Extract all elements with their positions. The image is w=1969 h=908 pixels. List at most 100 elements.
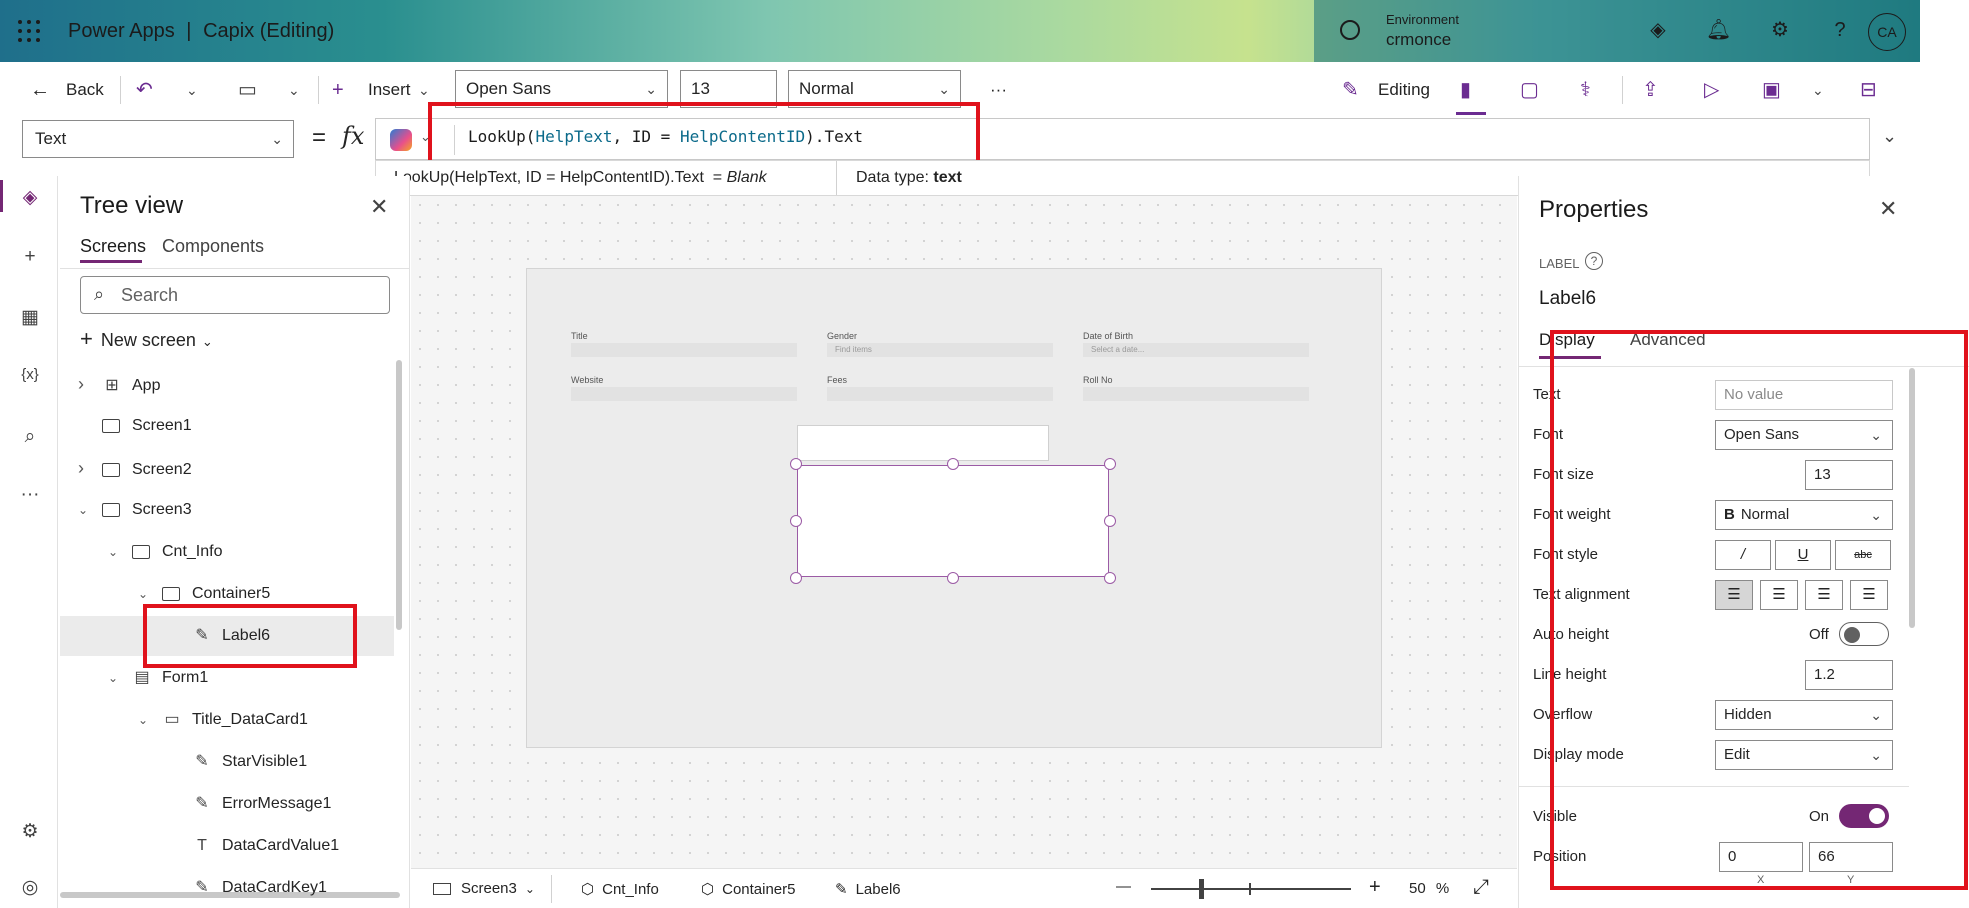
tree-node[interactable]: ⌄ Cnt_Info (60, 532, 394, 572)
more-options-button[interactable]: ··· (990, 76, 1007, 104)
back-button[interactable]: Back (66, 76, 104, 104)
preview-play-icon[interactable]: ▷ (1704, 76, 1719, 104)
tree-node[interactable]: T DataCardValue1 (60, 826, 394, 866)
avatar[interactable]: CA (1868, 13, 1906, 51)
insert-plus-icon[interactable]: + (18, 246, 42, 270)
variables-icon[interactable]: {x} (18, 366, 42, 390)
form-field-placeholder: Select a date... (1091, 345, 1145, 354)
zoom-in-button[interactable]: + (1369, 876, 1381, 899)
chevron-down-icon: ⌄ (201, 334, 213, 349)
undo-chevron-icon[interactable]: ⌄ (186, 76, 198, 104)
tree-node[interactable]: ⌄ Screen3 (60, 490, 394, 530)
tree-node[interactable]: ✎ DataCardKey1 (60, 868, 394, 908)
container5-preview[interactable] (797, 425, 1049, 461)
tab-components[interactable]: Components (162, 236, 264, 257)
environment-value: crmonce (1386, 30, 1452, 49)
publish-icon[interactable]: ⊟ (1860, 76, 1877, 104)
tree-scrollbar[interactable] (396, 360, 402, 630)
tree-node[interactable]: ⌄ ▭ Title_DataCard1 (60, 700, 394, 740)
settings-icon[interactable]: ⚙ (1768, 18, 1792, 42)
resize-handle[interactable] (947, 572, 959, 584)
breadcrumb-container5[interactable]: ⬡ Container5 (701, 880, 796, 898)
save-chevron-icon[interactable]: ⌄ (1812, 76, 1824, 104)
search-icon[interactable]: ⌕ (18, 426, 42, 450)
back-arrow-icon[interactable]: ← (30, 76, 50, 104)
expand-formula-chevron-icon[interactable]: ⌄ (1882, 126, 1897, 147)
tree-node[interactable]: › Screen2 (60, 448, 394, 488)
chevron-down-icon[interactable]: ⌄ (78, 490, 92, 530)
pencil-icon: ✎ (1342, 79, 1359, 101)
resize-handle[interactable] (1104, 572, 1116, 584)
app-launcher-icon[interactable] (18, 20, 40, 42)
paste-icon[interactable]: ▭ (238, 76, 257, 104)
resize-handle[interactable] (790, 458, 802, 470)
product-name: Power Apps (68, 20, 175, 42)
copilot-icon[interactable]: ◈ (1646, 18, 1670, 42)
form-field-input[interactable]: Select a date... (1083, 343, 1309, 357)
resize-handle[interactable] (1104, 458, 1116, 470)
fit-to-window-icon[interactable]: ⤢ (1473, 876, 1489, 899)
tree-node[interactable]: › ⊞ App (60, 364, 394, 404)
settings-icon[interactable]: ⚙ (18, 820, 42, 844)
comment-icon[interactable]: ▢ (1520, 76, 1539, 104)
tree-view-layers-icon[interactable]: ◈ (18, 186, 42, 210)
zoom-slider[interactable] (1151, 888, 1351, 890)
close-icon[interactable]: ✕ (370, 194, 388, 220)
insert-chevron-icon[interactable]: ⌄ (418, 76, 430, 104)
resize-handle[interactable] (1104, 515, 1116, 527)
save-icon[interactable]: ▣ (1762, 76, 1781, 104)
chevron-down-icon[interactable]: ⌄ (108, 532, 122, 572)
new-screen-button[interactable]: + New screen ⌄ (80, 326, 213, 352)
font-weight-value: Normal (799, 79, 854, 98)
form-field-input[interactable] (571, 343, 797, 357)
property-value: Text (35, 129, 67, 148)
insert-button[interactable]: Insert (368, 76, 411, 104)
more-icon[interactable]: ··· (18, 484, 42, 508)
data-table-icon[interactable]: ▦ (18, 306, 42, 330)
tree-node[interactable]: Screen1 (60, 406, 394, 446)
plus-icon[interactable]: + (332, 76, 344, 104)
chevron-right-icon[interactable]: › (78, 364, 92, 404)
form-field-label: Title (571, 331, 588, 341)
app-checker-icon[interactable]: ⚕ (1580, 76, 1591, 104)
paste-chevron-icon[interactable]: ⌄ (288, 76, 300, 104)
screen3-preview[interactable]: Title Gender Find items Date of Birth Select… (526, 268, 1382, 748)
copilot-icon[interactable] (390, 129, 412, 151)
zoom-slider-thumb[interactable] (1199, 879, 1204, 899)
page-icon[interactable]: ▮ (1460, 76, 1471, 104)
close-icon[interactable]: ✕ (1879, 196, 1897, 222)
fx-icon: fx (342, 122, 365, 150)
help-icon[interactable]: ? (1828, 18, 1852, 42)
search-input[interactable]: Search (80, 276, 390, 314)
form-field-input[interactable] (571, 387, 797, 401)
resize-handle[interactable] (947, 458, 959, 470)
breadcrumb-screen3[interactable]: Screen3 ⌄ (433, 880, 535, 897)
help-icon[interactable]: ? (1585, 252, 1603, 270)
container-icon (132, 544, 150, 559)
form-field-input[interactable] (1083, 387, 1309, 401)
app-header: Power Apps | Capix (Editing) Environment… (0, 0, 1920, 62)
label6-selected[interactable] (797, 465, 1109, 577)
resize-handle[interactable] (790, 515, 802, 527)
environment-picker[interactable]: Environment crmonce ◈ 🔔︎ ⚙ ? CA (1314, 0, 1920, 62)
data-type-info: Data type: text (856, 169, 962, 187)
tree-node[interactable]: ✎ StarVisible1 (60, 742, 394, 782)
form-field-input[interactable]: Find items (827, 343, 1053, 357)
zoom-out-button[interactable]: — (1116, 878, 1131, 895)
resize-handle[interactable] (790, 572, 802, 584)
tree-node[interactable]: ✎ ErrorMessage1 (60, 784, 394, 824)
share-icon[interactable]: ⇪ (1642, 76, 1659, 104)
chevron-down-icon[interactable]: ⌄ (138, 700, 152, 740)
property-dropdown[interactable]: Text ⌄ (22, 120, 294, 158)
breadcrumb-label6[interactable]: ✎ Label6 (835, 880, 901, 898)
chevron-right-icon[interactable]: › (78, 448, 92, 488)
tab-screens[interactable]: Screens (80, 236, 146, 257)
undo-icon[interactable]: ↶ (136, 76, 153, 104)
chevron-down-icon[interactable]: ⌄ (108, 658, 122, 698)
highlight-box-formula (428, 102, 980, 164)
breadcrumb-cnt-info[interactable]: ⬡ Cnt_Info (581, 880, 659, 898)
editing-button[interactable]: Editing (1378, 76, 1430, 104)
notifications-icon[interactable]: 🔔︎ (1706, 18, 1731, 42)
virtual-agent-icon[interactable]: ◎ (18, 876, 42, 900)
form-field-input[interactable] (827, 387, 1053, 401)
